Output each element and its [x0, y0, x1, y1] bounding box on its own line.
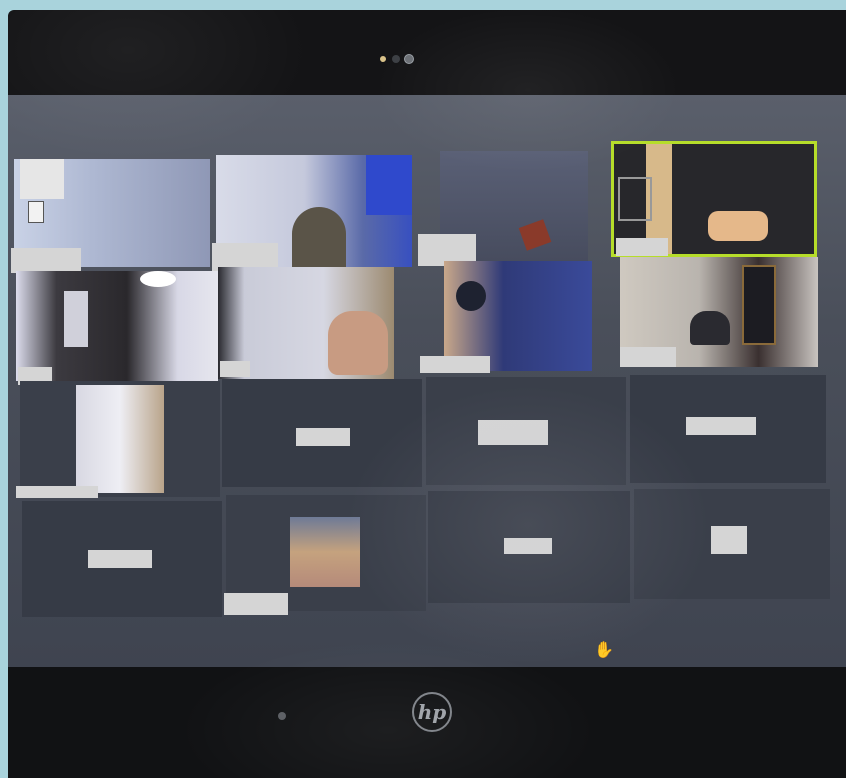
participant-name-1: [11, 248, 81, 273]
participant-name-13: [88, 550, 152, 568]
wall-panel: [20, 159, 64, 199]
wall-switch: [28, 201, 44, 223]
webcam-sensor: [404, 54, 414, 64]
blue-object: [366, 155, 412, 215]
participant-name-8: [620, 347, 676, 367]
participant-name-14: [224, 593, 288, 615]
person-head: [456, 281, 486, 311]
participant-name-12: [686, 417, 756, 435]
participant-name-10: [296, 428, 350, 446]
person-silhouette: [292, 207, 346, 267]
chair-frame: [618, 177, 652, 221]
altar-cabinet: [742, 265, 776, 345]
profile-picture: [290, 517, 360, 587]
participant-name-9: [16, 486, 98, 498]
participant-name-11: [478, 420, 548, 445]
participant-name-16: [711, 526, 747, 554]
person-lying: [708, 211, 768, 241]
laptop-bezel: ✋ hp: [8, 10, 846, 778]
participant-name-15: [504, 538, 552, 554]
video-tile-9[interactable]: [20, 381, 220, 497]
raised-hand-icon: ✋: [594, 640, 614, 659]
webcam-lens: [392, 55, 400, 63]
participant-name-7: [420, 356, 490, 373]
video-tile-5[interactable]: [16, 271, 218, 381]
participant-name-4: [616, 238, 668, 256]
hp-logo: hp: [412, 692, 452, 732]
webcam-light: [380, 56, 386, 62]
webcam-icon: [380, 54, 420, 64]
person-face: [328, 311, 388, 375]
meeting-screen: ✋: [8, 95, 846, 688]
doorway-scene: [76, 385, 164, 493]
indicator-light: [278, 712, 286, 720]
video-tile-7[interactable]: [444, 261, 592, 371]
person-seated: [690, 311, 730, 345]
ceiling-light: [140, 271, 176, 287]
hanging-clothes: [64, 291, 88, 347]
participant-name-6: [220, 361, 250, 377]
